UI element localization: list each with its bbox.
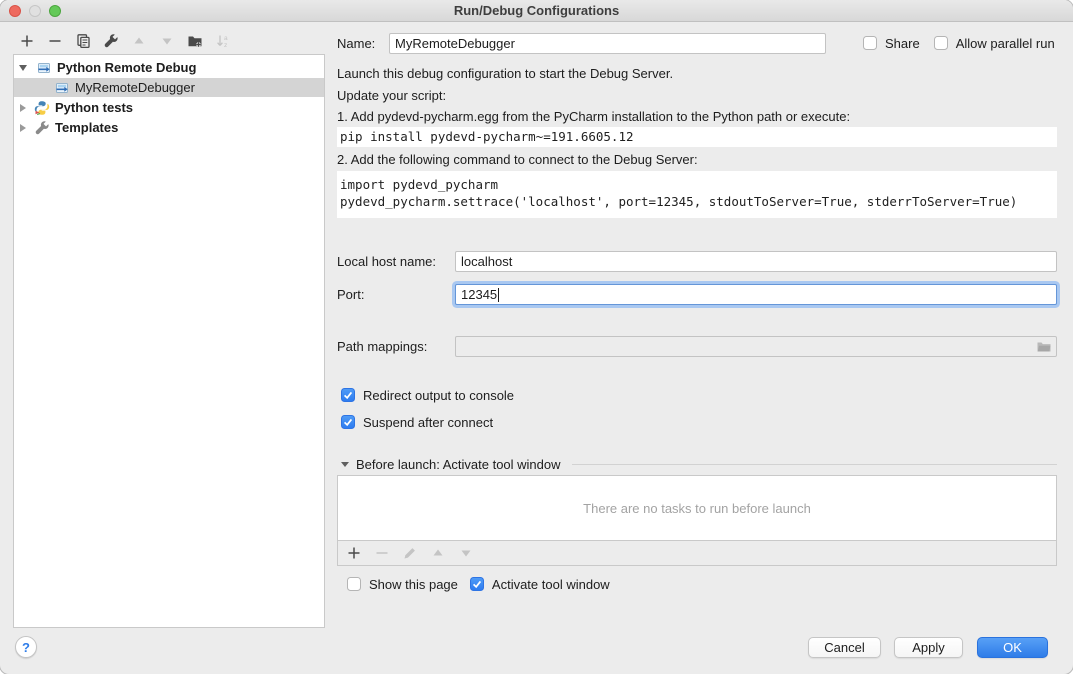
activate-tool-window-label[interactable]: Activate tool window	[492, 577, 610, 592]
edit-templates-icon[interactable]	[103, 33, 119, 49]
activate-tool-window-checkbox[interactable]	[470, 577, 484, 591]
add-configuration-icon[interactable]	[19, 33, 35, 49]
allow-parallel-checkbox-group: Allow parallel run	[934, 36, 1055, 51]
zoom-window-button[interactable]	[49, 5, 61, 17]
section-divider	[572, 464, 1057, 465]
tree-item-label: Python Remote Debug	[57, 60, 196, 75]
instruction-step-2: 2. Add the following command to connect …	[337, 152, 698, 168]
move-up-icon	[131, 33, 147, 49]
allow-parallel-run-label[interactable]: Allow parallel run	[956, 36, 1055, 51]
tree-item-label: Templates	[55, 120, 118, 135]
new-folder-icon[interactable]	[187, 33, 203, 49]
configuration-editor: Name: Share Allow parallel run Launch th…	[337, 28, 1057, 628]
show-this-page-label[interactable]: Show this page	[369, 577, 458, 592]
ok-button[interactable]: OK	[977, 637, 1048, 658]
collapse-section-icon[interactable]	[341, 462, 349, 467]
page-options-row: Show this page Activate tool window	[337, 576, 1057, 592]
path-mappings-row: Path mappings:	[337, 335, 1057, 358]
local-host-row: Local host name:	[337, 250, 1057, 273]
remote-debug-icon	[54, 80, 70, 96]
text-caret	[498, 288, 499, 302]
instruction-line-2: Update your script:	[337, 88, 446, 104]
svg-text:z: z	[224, 42, 227, 49]
disclosure-collapsed-icon[interactable]	[20, 104, 26, 112]
remote-debug-icon	[36, 60, 52, 76]
share-label[interactable]: Share	[885, 36, 920, 51]
minimize-window-button	[29, 5, 41, 17]
move-task-up-icon	[430, 545, 446, 561]
tree-item-label: Python tests	[55, 100, 133, 115]
move-task-down-icon	[458, 545, 474, 561]
run-debug-configurations-dialog: Run/Debug Configurations az	[0, 0, 1073, 674]
before-launch-title: Before launch: Activate tool window	[356, 457, 561, 472]
share-checkbox[interactable]	[863, 36, 877, 50]
name-input[interactable]	[389, 33, 826, 54]
name-label: Name:	[337, 36, 389, 51]
instruction-step-1: 1. Add pydevd-pycharm.egg from the PyCha…	[337, 109, 850, 125]
configurations-tree: Python Remote Debug MyRemoteDebugger Pyt…	[13, 54, 325, 628]
edit-task-icon	[402, 545, 418, 561]
before-launch-toolbar	[337, 541, 1057, 566]
templates-wrench-icon	[34, 120, 50, 136]
suspend-connect-checkbox[interactable]	[341, 415, 355, 429]
close-window-button[interactable]	[9, 5, 21, 17]
code-line: import pydevd_pycharm	[340, 176, 1057, 193]
code-line: pydevd_pycharm.settrace('localhost', por…	[340, 193, 1057, 210]
redirect-console-row: Redirect output to console	[337, 387, 1057, 403]
tree-item-python-tests[interactable]: Python tests	[14, 98, 324, 117]
empty-tasks-message: There are no tasks to run before launch	[583, 501, 811, 516]
title-bar: Run/Debug Configurations	[0, 0, 1073, 22]
browse-folder-icon[interactable]	[1034, 338, 1054, 354]
tree-item-templates[interactable]: Templates	[14, 118, 324, 137]
tree-item-python-remote-debug[interactable]: Python Remote Debug	[14, 58, 324, 77]
allow-parallel-run-checkbox[interactable]	[934, 36, 948, 50]
suspend-connect-label[interactable]: Suspend after connect	[363, 415, 493, 430]
tree-item-label: MyRemoteDebugger	[75, 80, 195, 95]
remove-configuration-icon[interactable]	[47, 33, 63, 49]
port-input[interactable]: 12345	[455, 284, 1057, 305]
activate-tool-window-group: Activate tool window	[470, 577, 610, 592]
dialog-footer: ? Cancel Apply OK	[0, 628, 1073, 674]
configurations-toolbar: az	[13, 30, 231, 52]
share-checkbox-group: Share	[863, 36, 920, 51]
show-this-page-checkbox[interactable]	[347, 577, 361, 591]
local-host-label: Local host name:	[337, 254, 455, 269]
pip-install-code: pip install pydevd-pycharm~=191.6605.12	[337, 127, 1057, 147]
tree-item-myremotedebugger[interactable]: MyRemoteDebugger	[14, 78, 324, 97]
cancel-button[interactable]: Cancel	[808, 637, 881, 658]
remove-task-icon	[374, 545, 390, 561]
port-label: Port:	[337, 287, 455, 302]
disclosure-expanded-icon[interactable]	[19, 65, 27, 71]
port-value: 12345	[461, 287, 497, 302]
disclosure-collapsed-icon[interactable]	[20, 124, 26, 132]
path-mappings-input[interactable]	[455, 336, 1057, 357]
show-this-page-group: Show this page	[347, 577, 458, 592]
suspend-connect-row: Suspend after connect	[337, 414, 1057, 430]
before-launch-header[interactable]: Before launch: Activate tool window	[337, 456, 1057, 472]
apply-button[interactable]: Apply	[894, 637, 963, 658]
redirect-console-checkbox[interactable]	[341, 388, 355, 402]
help-icon: ?	[22, 640, 30, 655]
path-mappings-label: Path mappings:	[337, 339, 455, 354]
name-row: Name: Share Allow parallel run	[337, 31, 1057, 55]
svg-text:a: a	[224, 35, 228, 42]
local-host-input[interactable]	[455, 251, 1057, 272]
move-down-icon	[159, 33, 175, 49]
port-row: Port: 12345	[337, 282, 1057, 307]
help-button[interactable]: ?	[15, 636, 37, 658]
sort-alphabetically-icon: az	[215, 33, 231, 49]
instruction-line-1: Launch this debug configuration to start…	[337, 66, 673, 82]
add-task-icon[interactable]	[346, 545, 362, 561]
redirect-console-label[interactable]: Redirect output to console	[363, 388, 514, 403]
settrace-code-block: import pydevd_pycharm pydevd_pycharm.set…	[337, 171, 1057, 218]
python-tests-icon	[34, 100, 50, 116]
before-launch-task-list[interactable]: There are no tasks to run before launch	[337, 475, 1057, 541]
window-title: Run/Debug Configurations	[454, 3, 619, 18]
copy-configuration-icon[interactable]	[75, 33, 91, 49]
